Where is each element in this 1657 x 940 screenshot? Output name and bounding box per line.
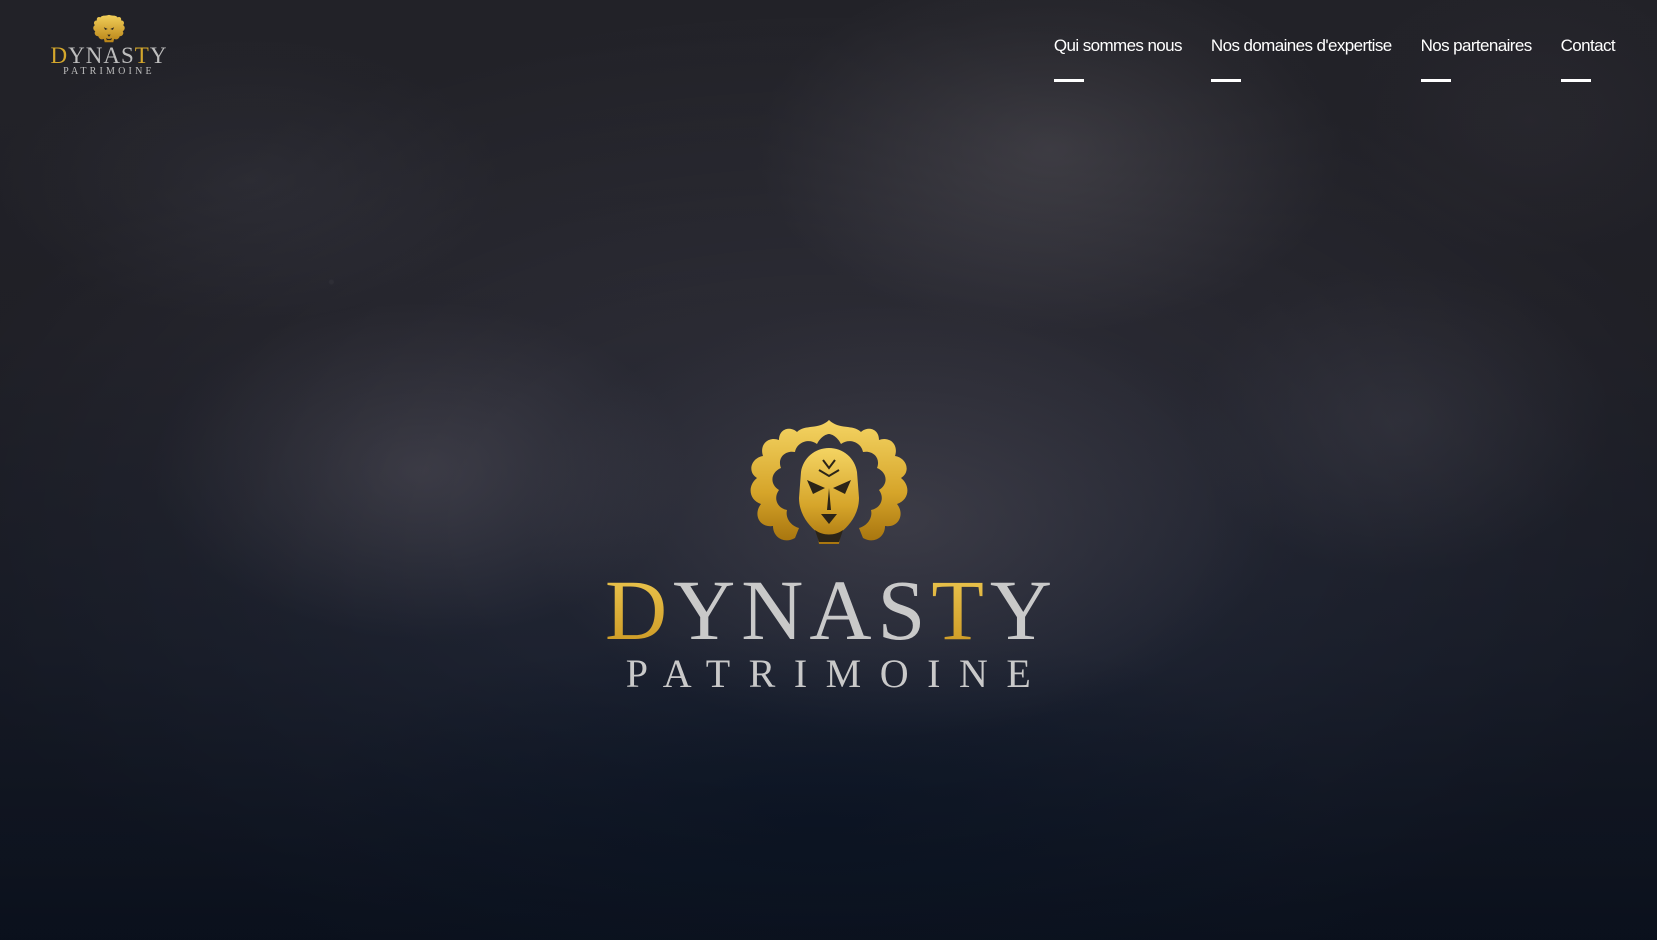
nav-underline [1560, 79, 1591, 82]
hero-subtitle: PATRIMOINE [625, 651, 1050, 696]
header-logo[interactable]: DYNASTY PATRIMOINE [50, 14, 168, 77]
nav-underline [1420, 79, 1451, 82]
nav-item-qui-sommes-nous[interactable]: Qui sommes nous [1053, 36, 1183, 84]
nav-item-contact[interactable]: Contact [1560, 36, 1616, 84]
nav-item-label: Nos domaines d'expertise [1210, 36, 1392, 55]
nav-item-label: Nos partenaires [1420, 36, 1533, 55]
nav-item-label: Contact [1560, 36, 1616, 55]
header-logo-subtitle: PATRIMOINE [63, 66, 155, 77]
nav-item-partenaires[interactable]: Nos partenaires [1420, 36, 1533, 84]
nav-item-label: Qui sommes nous [1053, 36, 1183, 55]
site-header: DYNASTY PATRIMOINE Qui sommes nous Nos d… [0, 0, 1657, 100]
main-nav: Qui sommes nous Nos domaines d'expertise… [1053, 36, 1616, 84]
hero-wordmark: DYNASTY [605, 562, 1058, 658]
nav-underline [1053, 79, 1084, 82]
lion-head-icon [750, 420, 907, 544]
header-logo-wordmark: DYNASTY [50, 43, 168, 68]
nav-underline [1210, 79, 1241, 82]
lion-head-icon [93, 14, 125, 43]
hero-brand-logo: DYNASTY PATRIMOINE [0, 418, 1657, 694]
nav-item-domaines-expertise[interactable]: Nos domaines d'expertise [1210, 36, 1392, 84]
